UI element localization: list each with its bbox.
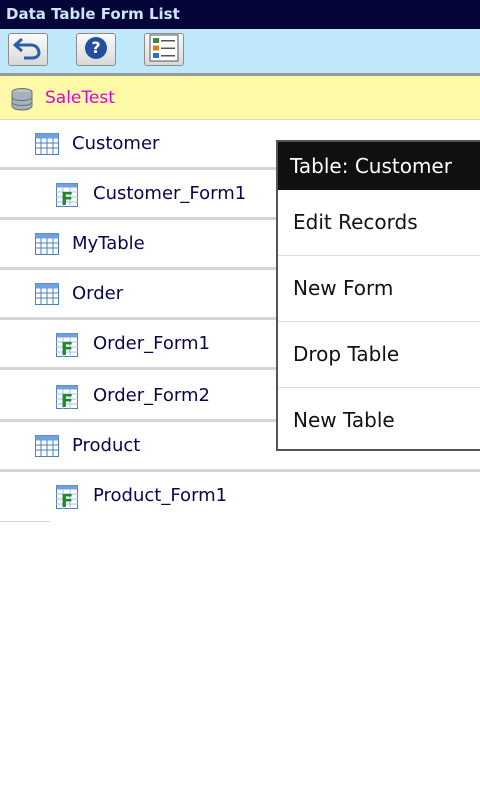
- context-menu-title: Table: Customer: [278, 142, 480, 190]
- app-title-bar: Data Table Form List: [0, 0, 480, 29]
- menu-item-drop-table[interactable]: Drop Table: [278, 322, 480, 388]
- form-row-product-form1[interactable]: F Product_Form1: [0, 472, 480, 522]
- database-label: SaleTest: [45, 88, 115, 108]
- list-divider: [0, 521, 50, 522]
- row-label: Order_Form1: [93, 333, 210, 354]
- form-icon: F: [56, 385, 78, 413]
- svg-text:?: ?: [91, 38, 100, 57]
- table-icon: [35, 435, 59, 461]
- svg-text:F: F: [61, 491, 73, 509]
- form-icon: F: [56, 333, 78, 361]
- list-icon: [149, 34, 179, 66]
- list-view-button[interactable]: [144, 33, 184, 66]
- database-icon: [10, 87, 34, 115]
- back-button[interactable]: [8, 33, 48, 66]
- table-icon: [35, 233, 59, 259]
- help-button[interactable]: ?: [76, 33, 116, 66]
- svg-text:F: F: [61, 189, 73, 207]
- table-icon: [35, 133, 59, 159]
- row-label: Order: [72, 283, 124, 304]
- row-label: Customer_Form1: [93, 183, 247, 204]
- form-icon: F: [56, 183, 78, 211]
- row-label: MyTable: [72, 233, 145, 254]
- menu-item-new-table[interactable]: New Table: [278, 388, 480, 453]
- form-icon: F: [56, 485, 78, 513]
- back-arrow-icon: [13, 36, 43, 64]
- database-row[interactable]: SaleTest: [0, 76, 480, 120]
- toolbar: ?: [0, 29, 480, 76]
- row-label: Product: [72, 435, 141, 456]
- menu-item-new-form[interactable]: New Form: [278, 256, 480, 322]
- table-icon: [35, 283, 59, 309]
- context-menu: Table: Customer Edit Records New Form Dr…: [276, 140, 480, 451]
- svg-text:F: F: [61, 339, 73, 357]
- row-label: Customer: [72, 133, 160, 154]
- app-title: Data Table Form List: [6, 5, 180, 23]
- row-label: Product_Form1: [93, 485, 228, 506]
- help-icon: ?: [83, 35, 109, 65]
- row-label: Order_Form2: [93, 385, 210, 406]
- menu-item-edit-records[interactable]: Edit Records: [278, 190, 480, 256]
- svg-text:F: F: [61, 391, 73, 409]
